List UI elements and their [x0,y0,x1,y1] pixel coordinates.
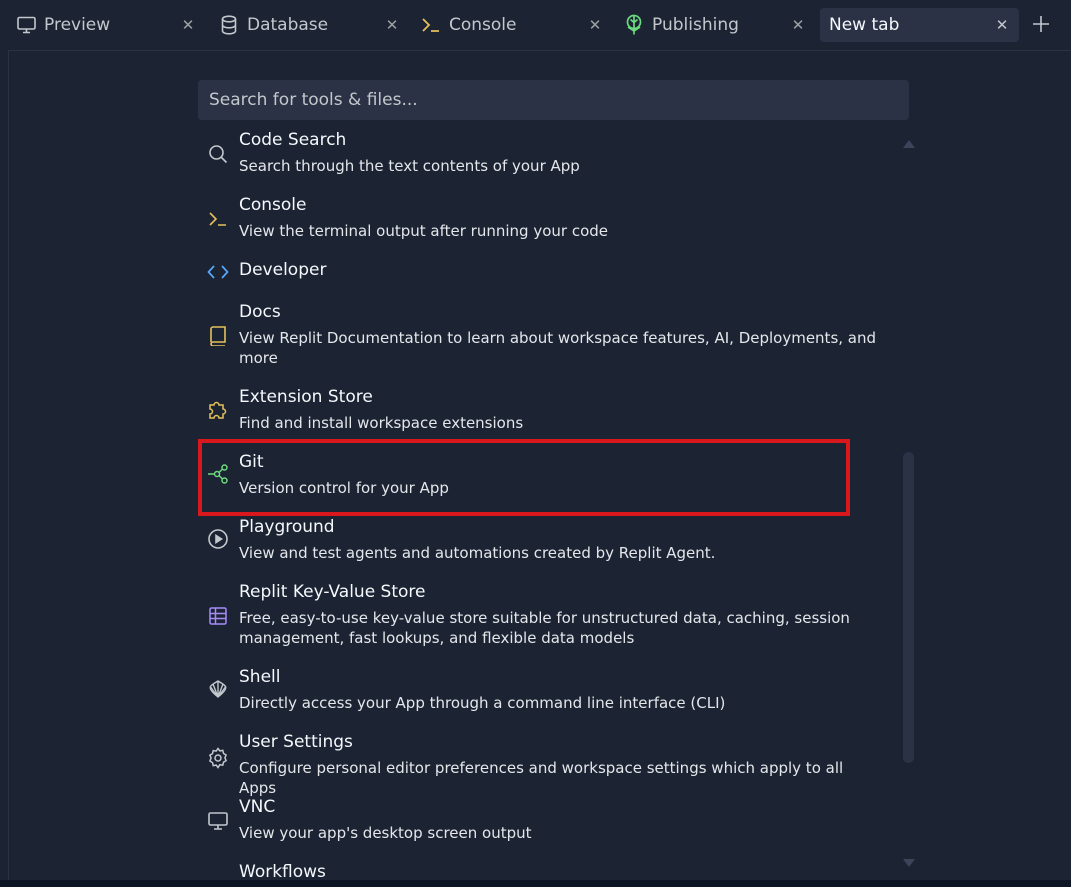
tool-list: Code Search Search through the text cont… [198,128,898,880]
search-icon [206,142,230,166]
close-icon[interactable]: ✕ [992,15,1012,35]
tab-preview[interactable]: Preview ✕ [16,8,196,42]
tab-label: Database [247,15,329,35]
tab-new-tab[interactable]: New tab ✕ [820,8,1019,42]
item-description: Find and install workspace extensions [239,414,524,432]
gear-icon [206,746,230,770]
item-description: Directly access your App through a comma… [239,694,726,712]
item-title: Playground [239,517,335,537]
item-title: Console [239,195,307,215]
scrollbar-thumb[interactable] [903,452,914,763]
item-description: View your app's desktop screen output [239,824,532,842]
list-item-developer[interactable]: Developer [198,260,888,296]
list-item-vnc[interactable]: VNC View your app's desktop screen outpu… [198,797,888,857]
tab-bar: Preview ✕ Database ✕ Console ✕ Publishin… [0,0,1071,50]
scroll-up-arrow-icon[interactable] [903,139,915,149]
close-icon[interactable]: ✕ [178,15,198,35]
tab-label: New tab [829,15,900,35]
table-icon [206,604,230,628]
item-title: Shell [239,667,281,687]
monitor-icon [16,15,36,35]
item-description: Search through the text contents of your… [239,157,580,175]
puzzle-icon [206,397,230,421]
add-tab-button[interactable] [1030,13,1052,35]
tab-console[interactable]: Console ✕ [421,8,603,42]
list-item-workflows[interactable]: Workflows [198,862,888,880]
item-title: Code Search [239,130,347,150]
database-icon [219,15,239,35]
book-icon [206,324,230,348]
terminal-icon [421,15,441,35]
list-item-code-search[interactable]: Code Search Search through the text cont… [198,130,888,190]
item-title: Extension Store [239,387,373,407]
close-icon[interactable]: ✕ [585,15,605,35]
item-title: Workflows [239,862,326,880]
list-item-docs[interactable]: Docs View Replit Documentation to learn … [198,302,888,382]
item-description: View the terminal output after running y… [239,222,608,240]
item-title: VNC [239,797,276,817]
item-description: Configure personal editor preferences an… [239,759,844,797]
tab-label: Preview [44,15,111,35]
item-description: Free, easy-to-use key-value store suitab… [239,609,850,647]
list-item-key-value-store[interactable]: Replit Key-Value Store Free, easy-to-use… [198,582,888,662]
play-circle-icon [206,527,230,551]
item-description: Version control for your App [239,479,449,497]
item-description: View Replit Documentation to learn about… [239,329,877,367]
code-icon [206,260,230,284]
item-title: Developer [239,260,327,280]
tab-label: Publishing [652,15,739,35]
list-item-extension-store[interactable]: Extension Store Find and install workspa… [198,387,888,447]
terminal-icon [206,207,230,231]
close-icon[interactable]: ✕ [382,15,402,35]
bottom-edge [0,880,1071,887]
tab-label: Console [449,15,517,35]
tab-publishing[interactable]: Publishing ✕ [624,8,806,42]
search-input[interactable] [198,80,909,120]
item-title: Docs [239,302,281,322]
item-title: Replit Key-Value Store [239,582,426,602]
list-item-git[interactable]: Git Version control for your App [198,452,888,512]
list-item-user-settings[interactable]: User Settings Configure personal editor … [198,732,888,797]
list-item-console[interactable]: Console View the terminal output after r… [198,195,888,255]
git-icon [206,462,230,486]
scroll-down-arrow-icon[interactable] [903,858,915,868]
publishing-icon [624,14,644,35]
item-description: View and test agents and automations cre… [239,544,716,562]
list-item-shell[interactable]: Shell Directly access your App through a… [198,667,888,727]
tab-database[interactable]: Database ✕ [219,8,399,42]
item-title: Git [239,452,264,472]
shell-icon [206,677,230,701]
item-title: User Settings [239,732,353,752]
close-icon[interactable]: ✕ [788,15,808,35]
monitor-icon [206,809,230,833]
list-item-playground[interactable]: Playground View and test agents and auto… [198,517,888,577]
